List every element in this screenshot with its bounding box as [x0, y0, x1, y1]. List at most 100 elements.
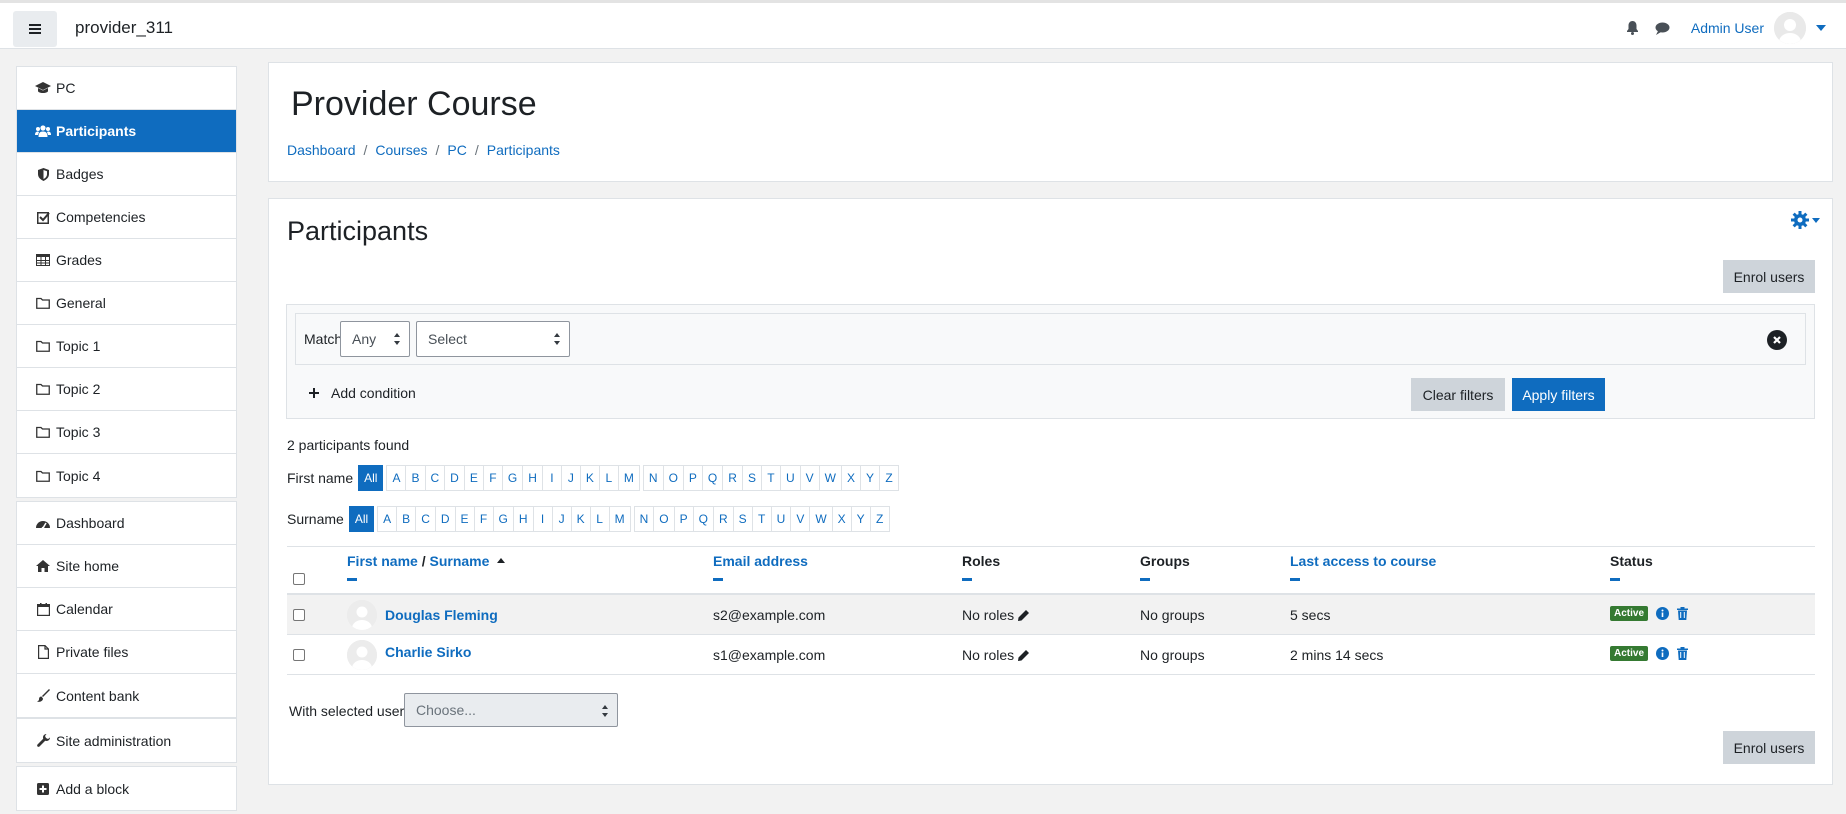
notifications-bell-icon[interactable]	[1623, 18, 1643, 38]
initial-b[interactable]: B	[405, 465, 426, 491]
user-avatar[interactable]	[1774, 12, 1806, 44]
nav-item-topic-2[interactable]: Topic 2	[17, 368, 236, 411]
collapse-column-icon[interactable]	[1290, 578, 1300, 581]
nav-item-add-a-block[interactable]: Add a block	[17, 767, 236, 810]
initial-c[interactable]: C	[424, 465, 446, 491]
menu-toggle-button[interactable]	[13, 11, 57, 47]
apply-filters-button[interactable]: Apply filters	[1512, 378, 1605, 411]
nav-item-pc[interactable]: PC	[17, 67, 236, 110]
initial-j[interactable]: J	[551, 506, 572, 532]
initial-g[interactable]: G	[492, 506, 514, 532]
initial-a[interactable]: A	[377, 506, 398, 532]
initial-q[interactable]: Q	[692, 506, 714, 532]
match-select[interactable]: Any	[340, 321, 410, 357]
initial-t[interactable]: T	[751, 506, 772, 532]
breadcrumb-participants[interactable]: Participants	[487, 142, 560, 158]
initial-c[interactable]: C	[415, 506, 436, 532]
initial-o[interactable]: O	[653, 506, 675, 532]
nav-item-badges[interactable]: Badges	[17, 153, 236, 196]
initial-f[interactable]: F	[473, 506, 494, 532]
initial-z[interactable]: Z	[879, 465, 899, 491]
participant-name-link[interactable]: Douglas Fleming	[385, 607, 498, 623]
breadcrumb-pc[interactable]: PC	[447, 142, 466, 158]
nav-item-site-administration[interactable]: Site administration	[17, 719, 236, 762]
initial-all[interactable]: All	[348, 506, 375, 532]
initial-z[interactable]: Z	[869, 506, 890, 532]
sort-email-link[interactable]: Email address	[713, 553, 808, 569]
initial-i[interactable]: I	[541, 465, 562, 491]
row-select-checkbox[interactable]	[293, 649, 305, 661]
initial-r[interactable]: R	[712, 506, 734, 532]
initial-y[interactable]: Y	[859, 465, 880, 491]
initial-d[interactable]: D	[434, 506, 456, 532]
initial-p[interactable]: P	[682, 465, 703, 491]
remove-filter-close-icon[interactable]	[1767, 330, 1787, 350]
collapse-column-icon[interactable]	[347, 578, 357, 581]
initial-p[interactable]: P	[673, 506, 694, 532]
initial-n[interactable]: N	[633, 506, 655, 532]
initial-w[interactable]: W	[809, 506, 833, 532]
initial-o[interactable]: O	[662, 465, 684, 491]
initial-n[interactable]: N	[642, 465, 664, 491]
site-name[interactable]: provider_311	[75, 18, 173, 38]
initial-e[interactable]: E	[454, 506, 475, 532]
initial-l[interactable]: L	[589, 506, 610, 532]
info-icon[interactable]	[1656, 647, 1670, 660]
sort-first-name-link[interactable]: First name	[347, 553, 418, 569]
collapse-column-icon[interactable]	[1610, 578, 1620, 581]
enrol-users-bottom-button[interactable]: Enrol users	[1723, 731, 1815, 764]
initial-d[interactable]: D	[444, 465, 465, 491]
initial-k[interactable]: K	[570, 506, 591, 532]
breadcrumb-courses[interactable]: Courses	[375, 142, 427, 158]
initial-m[interactable]: M	[608, 506, 631, 532]
initial-y[interactable]: Y	[850, 506, 871, 532]
initial-b[interactable]: B	[396, 506, 417, 532]
row-select-checkbox[interactable]	[293, 609, 305, 621]
sort-last-access-link[interactable]: Last access to course	[1290, 553, 1436, 569]
initial-m[interactable]: M	[617, 465, 640, 491]
collapse-column-icon[interactable]	[1140, 578, 1150, 581]
initial-i[interactable]: I	[532, 506, 553, 532]
nav-item-calendar[interactable]: Calendar	[17, 588, 236, 631]
pencil-icon[interactable]	[1018, 650, 1030, 661]
messages-chat-icon[interactable]	[1653, 18, 1673, 38]
info-icon[interactable]	[1656, 607, 1670, 620]
nav-item-topic-4[interactable]: Topic 4	[17, 454, 236, 497]
initial-r[interactable]: R	[722, 465, 743, 491]
clear-filters-button[interactable]: Clear filters	[1411, 378, 1505, 411]
nav-item-general[interactable]: General	[17, 282, 236, 325]
initial-k[interactable]: K	[579, 465, 600, 491]
initial-x[interactable]: X	[840, 465, 861, 491]
participant-name-link[interactable]: Charlie Sirko	[385, 644, 471, 660]
nav-item-topic-3[interactable]: Topic 3	[17, 411, 236, 454]
add-condition-button[interactable]: Add condition	[309, 385, 416, 401]
filter-type-select[interactable]: Select	[416, 321, 570, 357]
trash-icon[interactable]	[1677, 607, 1689, 620]
initial-w[interactable]: W	[818, 465, 842, 491]
trash-icon[interactable]	[1677, 647, 1689, 660]
settings-menu-button[interactable]	[1791, 211, 1820, 229]
select-all-checkbox[interactable]	[293, 573, 305, 585]
collapse-column-icon[interactable]	[962, 578, 972, 581]
nav-item-competencies[interactable]: Competencies	[17, 196, 236, 239]
nav-item-site-home[interactable]: Site home	[17, 545, 236, 588]
collapse-column-icon[interactable]	[713, 578, 723, 581]
nav-item-grades[interactable]: Grades	[17, 239, 236, 282]
initial-t[interactable]: T	[760, 465, 781, 491]
nav-item-topic-1[interactable]: Topic 1	[17, 325, 236, 368]
initial-all[interactable]: All	[358, 465, 384, 491]
bulk-action-select[interactable]: Choose...	[404, 693, 618, 727]
initial-j[interactable]: J	[560, 465, 581, 491]
initial-f[interactable]: F	[482, 465, 503, 491]
initial-g[interactable]: G	[501, 465, 524, 491]
initial-s[interactable]: S	[732, 506, 753, 532]
initial-q[interactable]: Q	[701, 465, 724, 491]
initial-u[interactable]: U	[770, 506, 792, 532]
enrol-users-button[interactable]: Enrol users	[1723, 260, 1815, 293]
initial-h[interactable]: H	[522, 465, 543, 491]
initial-v[interactable]: V	[790, 506, 811, 532]
initial-x[interactable]: X	[831, 506, 852, 532]
pencil-icon[interactable]	[1018, 610, 1030, 621]
initial-v[interactable]: V	[799, 465, 820, 491]
user-menu-name[interactable]: Admin User	[1691, 20, 1764, 36]
